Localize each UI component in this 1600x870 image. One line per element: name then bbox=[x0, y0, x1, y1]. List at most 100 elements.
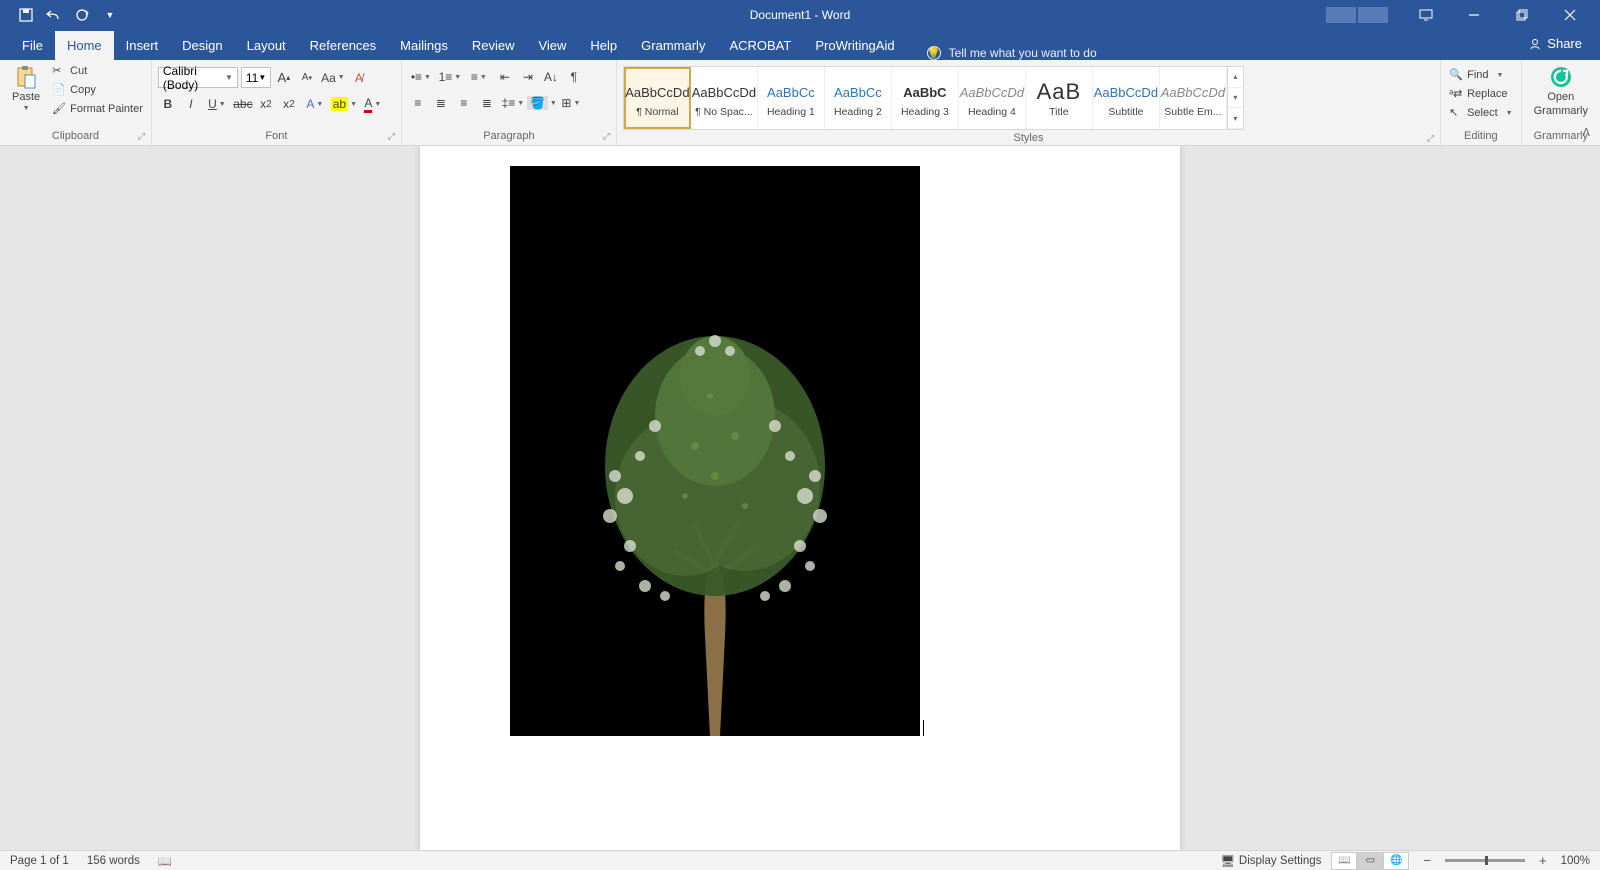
status-bar: Page 1 of 1 156 words 📖 🖥Display Setting… bbox=[0, 850, 1600, 870]
tab-grammarly[interactable]: Grammarly bbox=[629, 31, 717, 60]
tab-review[interactable]: Review bbox=[460, 31, 527, 60]
highlight-button[interactable]: ab▼ bbox=[331, 94, 357, 114]
numbering-button[interactable]: 1≡▼ bbox=[437, 67, 463, 87]
font-size-combo[interactable]: 11▼ bbox=[241, 67, 271, 88]
redo-icon[interactable] bbox=[74, 7, 90, 23]
justify-button[interactable]: ≣ bbox=[477, 93, 497, 113]
multilevel-button[interactable]: ≡▼ bbox=[466, 67, 492, 87]
tab-acrobat[interactable]: ACROBAT bbox=[717, 31, 803, 60]
tab-design[interactable]: Design bbox=[170, 31, 234, 60]
line-spacing-button[interactable]: ‡≡▼ bbox=[500, 93, 526, 113]
collapse-ribbon-icon[interactable]: ᐱ bbox=[1582, 126, 1590, 139]
paragraph-launcher-icon[interactable]: ⤢ bbox=[603, 131, 610, 142]
style-heading3[interactable]: AaBbCHeading 3 bbox=[892, 67, 959, 129]
strikethrough-button[interactable]: abc bbox=[233, 94, 253, 114]
zoom-thumb[interactable] bbox=[1485, 856, 1488, 865]
decrease-indent-button[interactable]: ⇤ bbox=[495, 67, 515, 87]
italic-button[interactable]: I bbox=[181, 94, 201, 114]
style-subtle-emphasis[interactable]: AaBbCcDdSubtle Em... bbox=[1160, 67, 1227, 129]
align-center-button[interactable]: ≣ bbox=[431, 93, 451, 113]
clear-formatting-button[interactable]: A̸ bbox=[349, 68, 369, 88]
font-group-label: Font⤢ bbox=[158, 128, 395, 145]
tab-file[interactable]: File bbox=[10, 31, 55, 60]
save-icon[interactable] bbox=[18, 7, 34, 23]
tab-home[interactable]: Home bbox=[55, 31, 114, 60]
superscript-button[interactable]: x2 bbox=[279, 94, 299, 114]
font-name-combo[interactable]: Calibri (Body)▼ bbox=[158, 67, 238, 88]
underline-button[interactable]: U▼ bbox=[204, 94, 230, 114]
document-page[interactable]: contactus bbox=[420, 146, 1180, 850]
tab-references[interactable]: References bbox=[298, 31, 388, 60]
clipboard-launcher-icon[interactable]: ⤢ bbox=[138, 131, 145, 142]
font-color-button[interactable]: A▼ bbox=[360, 94, 386, 114]
style-no-spacing[interactable]: AaBbCcDd¶ No Spac... bbox=[691, 67, 758, 129]
bold-button[interactable]: B bbox=[158, 94, 178, 114]
document-area[interactable]: contactus bbox=[0, 146, 1600, 850]
word-count[interactable]: 156 words bbox=[87, 855, 140, 867]
zoom-slider[interactable] bbox=[1445, 859, 1525, 862]
tab-layout[interactable]: Layout bbox=[235, 31, 298, 60]
qat-customize-icon[interactable]: ▼ bbox=[102, 7, 118, 23]
copy-button[interactable]: 📄Copy bbox=[50, 82, 145, 98]
ribbon-tabs: File Home Insert Design Layout Reference… bbox=[0, 30, 1600, 60]
style-heading4[interactable]: AaBbCcDdHeading 4 bbox=[959, 67, 1026, 129]
styles-expand-icon[interactable]: ▾ bbox=[1228, 108, 1243, 129]
zoom-level[interactable]: 100% bbox=[1561, 855, 1590, 867]
find-button[interactable]: 🔍Find▼ bbox=[1447, 67, 1515, 83]
grammarly-label2: Grammarly bbox=[1534, 105, 1588, 117]
shading-button[interactable]: 🪣▼ bbox=[529, 93, 555, 113]
replace-label: Replace bbox=[1467, 88, 1507, 100]
bullets-button[interactable]: •≡▼ bbox=[408, 67, 434, 87]
grow-font-button[interactable]: A▴ bbox=[274, 68, 294, 88]
tab-prowritingaid[interactable]: ProWritingAid bbox=[803, 31, 906, 60]
select-button[interactable]: ↖Select▼ bbox=[1447, 105, 1515, 121]
tab-insert[interactable]: Insert bbox=[114, 31, 171, 60]
spell-check-icon[interactable]: 📖 bbox=[158, 854, 172, 868]
paste-button[interactable]: Paste ▼ bbox=[6, 63, 46, 114]
increase-indent-button[interactable]: ⇥ bbox=[518, 67, 538, 87]
tell-me-search[interactable]: 💡 Tell me what you want to do bbox=[927, 46, 1097, 60]
scroll-up-icon[interactable]: ▴ bbox=[1228, 67, 1243, 88]
styles-launcher-icon[interactable]: ⤢ bbox=[1427, 133, 1434, 144]
style-heading2[interactable]: AaBbCcHeading 2 bbox=[825, 67, 892, 129]
subscript-button[interactable]: x2 bbox=[256, 94, 276, 114]
cut-button[interactable]: ✂Cut bbox=[50, 63, 145, 79]
styles-scroll[interactable]: ▴▾▾ bbox=[1227, 67, 1243, 129]
align-left-button[interactable]: ≡ bbox=[408, 93, 428, 113]
tab-view[interactable]: View bbox=[526, 31, 578, 60]
zoom-in-button[interactable]: + bbox=[1535, 853, 1551, 868]
minimize-icon[interactable] bbox=[1454, 0, 1494, 30]
align-right-button[interactable]: ≡ bbox=[454, 93, 474, 113]
page-indicator[interactable]: Page 1 of 1 bbox=[10, 855, 69, 867]
font-launcher-icon[interactable]: ⤢ bbox=[388, 131, 395, 142]
style-heading1[interactable]: AaBbCcHeading 1 bbox=[758, 67, 825, 129]
open-grammarly-button[interactable]: Open Grammarly bbox=[1528, 63, 1594, 119]
inserted-image[interactable]: contactus bbox=[510, 166, 920, 736]
scroll-down-icon[interactable]: ▾ bbox=[1228, 88, 1243, 109]
close-icon[interactable] bbox=[1550, 0, 1590, 30]
change-case-button[interactable]: Aa▼ bbox=[320, 68, 346, 88]
read-mode-button[interactable]: 📖 bbox=[1331, 852, 1357, 870]
styles-gallery[interactable]: AaBbCcDd¶ Normal AaBbCcDd¶ No Spac... Aa… bbox=[623, 66, 1244, 130]
sort-button[interactable]: A↓ bbox=[541, 67, 561, 87]
replace-button[interactable]: ᵃ⇄Replace bbox=[1447, 86, 1515, 102]
display-settings-button[interactable]: 🖥Display Settings bbox=[1220, 854, 1321, 868]
style-title[interactable]: AaBTitle bbox=[1026, 67, 1093, 129]
print-layout-button[interactable]: ▭ bbox=[1357, 852, 1383, 870]
ribbon-display-icon[interactable] bbox=[1406, 0, 1446, 30]
tab-help[interactable]: Help bbox=[578, 31, 629, 60]
text-effects-button[interactable]: A▼ bbox=[302, 94, 328, 114]
shrink-font-button[interactable]: A▾ bbox=[297, 68, 317, 88]
share-button[interactable]: Share bbox=[1528, 36, 1582, 51]
user-account-area[interactable] bbox=[1326, 7, 1388, 23]
undo-icon[interactable] bbox=[46, 7, 62, 23]
format-painter-button[interactable]: 🖌Format Painter bbox=[50, 101, 145, 117]
maximize-icon[interactable] bbox=[1502, 0, 1542, 30]
show-marks-button[interactable]: ¶ bbox=[564, 67, 584, 87]
borders-button[interactable]: ⊞▼ bbox=[558, 93, 584, 113]
style-normal[interactable]: AaBbCcDd¶ Normal bbox=[624, 67, 691, 129]
web-layout-button[interactable]: 🌐 bbox=[1383, 852, 1409, 870]
tab-mailings[interactable]: Mailings bbox=[388, 31, 460, 60]
style-subtitle[interactable]: AaBbCcDdSubtitle bbox=[1093, 67, 1160, 129]
zoom-out-button[interactable]: − bbox=[1419, 853, 1435, 868]
